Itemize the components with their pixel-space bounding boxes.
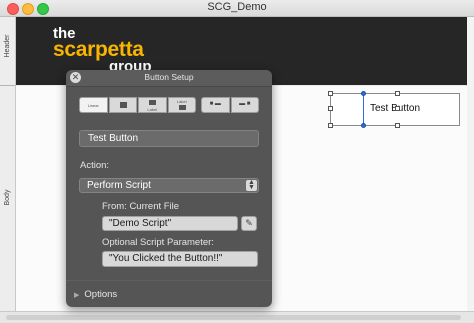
label-over-icon-icon [178,105,186,110]
panel-divider [66,280,272,281]
title-bar: SCG_Demo [0,0,474,17]
selection-guide-line [363,93,364,126]
icon-right-of-label-icon: ▬ ■ [239,101,251,107]
resize-handle-bottom-left[interactable] [328,123,333,128]
horizontal-scroll-thumb[interactable] [6,315,461,320]
window-title: SCG_Demo [207,1,267,13]
options-disclosure[interactable]: ▶ Options [74,289,117,300]
style-linear-label: Linear [87,103,99,108]
header-part-label: Header [4,34,11,58]
resize-handle-top-right[interactable] [395,91,400,96]
resize-handle-top-center[interactable] [361,91,366,96]
style-label-below-button[interactable]: Label [138,97,167,113]
script-picker-pencil-icon[interactable]: ✎ [241,216,257,231]
button-setup-panel: ✕ Button Setup Linear Label Label ■ ▬ ▬ [66,70,272,307]
resize-handle-middle-left[interactable] [328,106,333,111]
square-icon [119,102,127,108]
resize-handle-middle-right[interactable] [395,106,400,111]
style-label-below-label: Label [147,107,158,112]
action-select-value: Perform Script [87,180,151,191]
body-part-label: Body [4,189,11,205]
app-window: SCG_Demo Header Body the scarpetta group… [0,0,474,323]
style-icon-right-button[interactable]: ▬ ■ [230,97,259,113]
resize-handle-bottom-center[interactable] [361,123,366,128]
style-icon-left-button[interactable]: ■ ▬ [201,97,230,113]
body-part-label-strip[interactable]: Body [0,86,16,311]
action-select[interactable]: Perform Script ▲ ▼ [79,178,259,193]
header-part-label-strip[interactable]: Header [0,17,16,86]
vertical-scrollbar[interactable] [466,17,474,311]
button-name-field[interactable]: Test Button [79,130,259,147]
style-square-button[interactable] [108,97,137,113]
button-style-segmented-control: Linear Label Label ■ ▬ ▬ ■ [79,97,259,113]
panel-title-bar[interactable]: ✕ Button Setup [66,70,272,87]
style-label-above-button[interactable]: Label [167,97,196,113]
horizontal-scrollbar[interactable] [0,311,474,323]
resize-handle-top-left[interactable] [328,91,333,96]
resize-handle-bottom-right[interactable] [395,123,400,128]
options-label: Options [84,289,118,300]
style-label-above-label: Label [176,99,187,104]
action-label: Action: [80,160,110,171]
select-updown-arrow-icon: ▲ ▼ [246,179,257,191]
style-linear-button[interactable]: Linear [79,97,108,113]
panel-title: Button Setup [144,72,194,82]
disclosure-triangle-icon: ▶ [74,292,80,299]
script-source-label: From: Current File [102,201,180,212]
script-parameter-field[interactable]: "You Clicked the Button!!" [102,251,258,267]
icon-over-label-icon [149,100,157,105]
icon-left-of-label-icon: ■ ▬ [209,101,221,107]
script-name-field[interactable]: "Demo Script" [102,216,238,231]
script-parameter-label: Optional Script Parameter: [102,237,214,248]
